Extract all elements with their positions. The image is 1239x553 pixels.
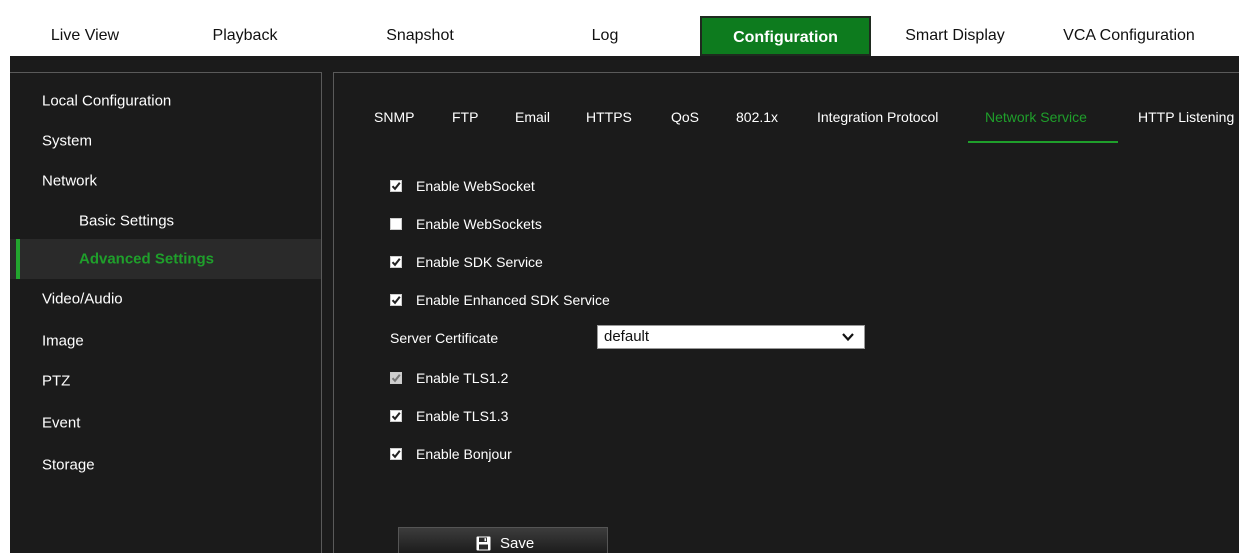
subtab-http-listening[interactable]: HTTP Listening <box>1138 109 1234 125</box>
checkbox-websocket[interactable] <box>390 180 402 192</box>
check-icon <box>391 296 401 305</box>
option-label: Enable TLS1.2 <box>416 370 509 386</box>
app-frame: Live View Playback Snapshot Log Configur… <box>10 10 1239 553</box>
subtab-8021x[interactable]: 802.1x <box>736 109 778 125</box>
option-label: Enable SDK Service <box>416 254 543 270</box>
checkbox-bonjour[interactable] <box>390 448 402 460</box>
sidebar-item-label: Local Configuration <box>42 92 172 110</box>
tab-snapshot[interactable]: Snapshot <box>330 16 510 56</box>
tab-vca-configuration[interactable]: VCA Configuration <box>1039 16 1219 56</box>
check-icon <box>391 258 401 267</box>
sidebar-item-advanced-settings[interactable]: Advanced Settings <box>10 239 321 279</box>
checkbox-tls12[interactable] <box>390 372 402 384</box>
server-certificate-select[interactable]: default <box>597 325 865 349</box>
chevron-down-icon <box>842 333 854 342</box>
option-label: Enable WebSockets <box>416 216 542 232</box>
checkbox-sdk-service[interactable] <box>390 256 402 268</box>
checkbox-tls13[interactable] <box>390 410 402 422</box>
sidebar-item-label: Advanced Settings <box>79 250 215 268</box>
top-navigation: Live View Playback Snapshot Log Configur… <box>10 10 1239 56</box>
sidebar-item-system[interactable]: System <box>10 121 321 161</box>
subtab-https[interactable]: HTTPS <box>586 109 632 125</box>
option-label: Enable Enhanced SDK Service <box>416 292 610 308</box>
subtab-network-service[interactable]: Network Service <box>985 109 1087 125</box>
sidebar-item-local-configuration[interactable]: Local Configuration <box>10 81 321 121</box>
sidebar-item-event[interactable]: Event <box>10 403 321 443</box>
check-icon <box>391 412 401 421</box>
subtab-qos[interactable]: QoS <box>671 109 699 125</box>
save-button[interactable]: Save <box>398 527 608 553</box>
checkbox-websockets[interactable] <box>390 218 402 230</box>
subtab-integration-protocol[interactable]: Integration Protocol <box>817 109 938 125</box>
sidebar-item-video-audio[interactable]: Video/Audio <box>10 279 321 319</box>
tab-live-view[interactable]: Live View <box>10 16 160 56</box>
option-label: Enable WebSocket <box>416 178 535 194</box>
sidebar-item-label: Event <box>42 414 81 432</box>
sidebar-item-storage[interactable]: Storage <box>10 445 321 485</box>
option-label: Enable TLS1.3 <box>416 408 509 424</box>
tab-smart-display[interactable]: Smart Display <box>871 16 1039 56</box>
sidebar-item-basic-settings[interactable]: Basic Settings <box>10 201 321 241</box>
check-icon <box>391 450 401 459</box>
sidebar-item-label: Network <box>42 172 98 190</box>
sidebar-item-label: PTZ <box>42 372 71 390</box>
subtab-ftp[interactable]: FTP <box>452 109 478 125</box>
sidebar-item-label: Video/Audio <box>42 290 123 308</box>
main-panel: SNMP FTP Email HTTPS QoS 802.1x Integrat… <box>333 72 1239 553</box>
sidebar-item-label: Storage <box>42 456 95 474</box>
option-label: Enable Bonjour <box>416 446 512 462</box>
active-subtab-indicator <box>968 141 1118 143</box>
sidebar-item-network[interactable]: Network <box>10 161 321 201</box>
tab-configuration[interactable]: Configuration <box>700 16 871 56</box>
tab-log[interactable]: Log <box>510 16 700 56</box>
sidebar-item-label: System <box>42 132 93 150</box>
check-icon <box>391 374 401 383</box>
sidebar-item-image[interactable]: Image <box>10 321 321 361</box>
tab-playback[interactable]: Playback <box>160 16 330 56</box>
sidebar-item-label: Basic Settings <box>79 212 175 230</box>
floppy-disk-icon <box>476 536 491 551</box>
sidebar: Local Configuration System Network Basic… <box>10 72 322 553</box>
subtab-email[interactable]: Email <box>515 109 550 125</box>
sidebar-item-ptz[interactable]: PTZ <box>10 361 321 401</box>
check-icon <box>391 182 401 191</box>
subtab-snmp[interactable]: SNMP <box>374 109 414 125</box>
server-certificate-value: default <box>604 328 650 345</box>
save-button-label: Save <box>500 535 535 552</box>
sidebar-item-label: Image <box>42 332 84 350</box>
server-certificate-label: Server Certificate <box>390 330 499 346</box>
checkbox-enhanced-sdk-service[interactable] <box>390 294 402 306</box>
